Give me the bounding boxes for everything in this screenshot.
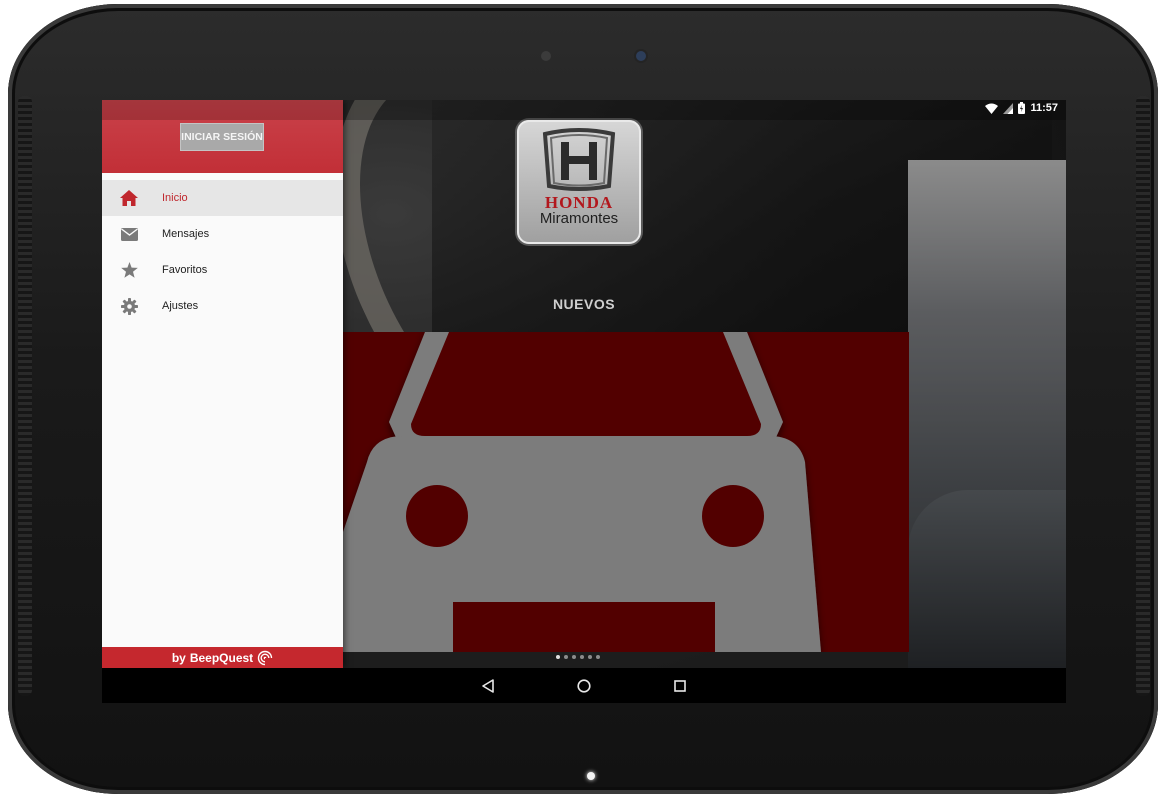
menu-item-mensajes[interactable]: Mensajes	[102, 216, 343, 252]
speaker-grille-right	[1136, 96, 1150, 696]
menu-item-favoritos[interactable]: Favoritos	[102, 252, 343, 288]
recents-icon	[674, 680, 686, 692]
front-camera	[636, 51, 646, 61]
page-dot	[588, 655, 592, 659]
page-dot	[572, 655, 576, 659]
page-dot	[580, 655, 584, 659]
drawer-status-tint	[102, 100, 343, 120]
battery-icon	[1018, 102, 1026, 114]
home-button[interactable]	[574, 676, 594, 696]
logo-brand: HONDA	[544, 193, 614, 212]
honda-h-icon	[542, 128, 616, 191]
menu-label: Ajustes	[162, 300, 199, 312]
category-card-nuevos[interactable]	[343, 332, 909, 652]
drawer-menu: Inicio Mensajes Favoritos Ajustes	[102, 180, 343, 324]
navigation-drawer: INICIAR SESIÓN Inicio Mensajes Favoritos…	[102, 100, 343, 668]
envelope-icon	[120, 225, 138, 243]
page-dot	[556, 655, 560, 659]
car-icon	[343, 332, 821, 652]
back-button[interactable]	[478, 676, 498, 696]
menu-item-ajustes[interactable]: Ajustes	[102, 288, 343, 324]
drawer-header: INICIAR SESIÓN	[102, 100, 343, 173]
beepquest-logo-icon	[257, 650, 274, 666]
signal-icon	[1003, 102, 1014, 114]
notification-led	[587, 772, 595, 780]
footer-by: by	[171, 650, 186, 665]
logo-dealer: Miramontes	[539, 210, 619, 227]
page-dot	[596, 655, 600, 659]
recents-button[interactable]	[670, 676, 690, 696]
menu-label: Inicio	[162, 192, 188, 204]
speaker-grille-left	[18, 96, 32, 696]
carousel-indicator	[556, 655, 600, 659]
gear-icon	[120, 297, 138, 315]
system-navigation-bar	[102, 668, 1066, 703]
drawer-footer[interactable]: by BeepQuest	[102, 647, 343, 668]
login-button[interactable]: INICIAR SESIÓN	[180, 123, 264, 151]
home-circle-icon	[577, 679, 591, 693]
screen: HONDA Miramontes NUEVOS 11:57 INICIAR SE…	[102, 100, 1066, 703]
menu-item-inicio[interactable]: Inicio	[102, 180, 343, 216]
menu-label: Mensajes	[162, 228, 210, 240]
back-icon	[482, 679, 494, 693]
menu-label: Favoritos	[162, 264, 208, 276]
main-content: HONDA Miramontes NUEVOS 11:57 INICIAR SE…	[102, 100, 1066, 668]
star-icon	[120, 261, 138, 279]
sensor	[541, 51, 551, 61]
wifi-icon	[985, 103, 999, 114]
section-title: NUEVOS	[552, 296, 616, 312]
page-dot	[564, 655, 568, 659]
footer-brand: BeepQuest	[189, 650, 254, 665]
home-icon	[120, 189, 138, 207]
dealer-logo: HONDA Miramontes	[517, 120, 641, 244]
status-time: 11:57	[1030, 102, 1058, 114]
